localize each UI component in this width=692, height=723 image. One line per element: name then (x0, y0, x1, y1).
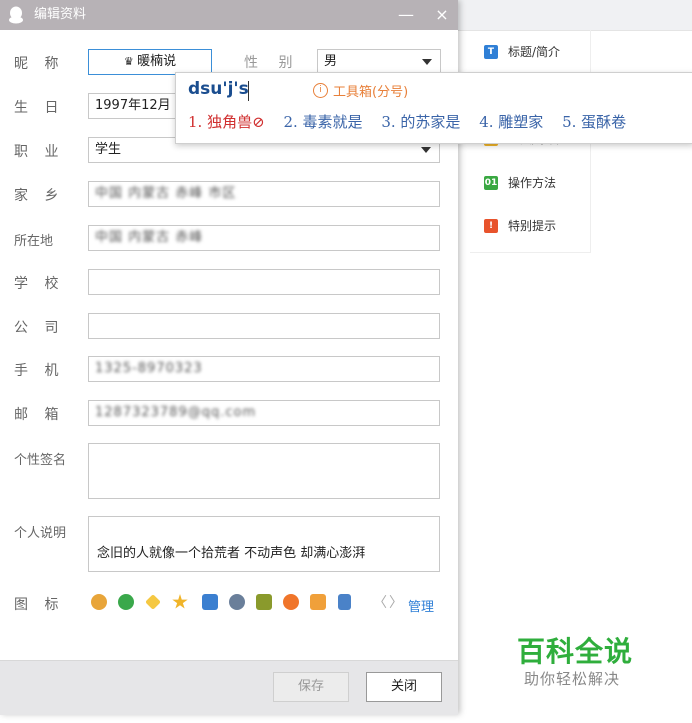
phone-icon[interactable] (338, 594, 351, 610)
school-input[interactable] (88, 269, 440, 295)
signature-label: 个性签名 (14, 453, 67, 468)
ime-toolbox-link[interactable]: 工具箱(分号) (333, 81, 408, 100)
green-badge-icon[interactable] (118, 594, 134, 610)
chevron-down-icon (421, 147, 431, 153)
school-label: 学 校 (14, 276, 65, 292)
ime-candidate[interactable]: 4. 雕塑家 (479, 113, 543, 131)
game-icon[interactable] (256, 594, 272, 610)
phone-label: 手 机 (14, 363, 65, 379)
nickname-value: 暖楠说 (137, 54, 177, 69)
dialog-title: 编辑资料 (34, 7, 87, 22)
location-value: 中国 内蒙古 赤峰 (95, 230, 204, 245)
close-button[interactable]: 关闭 (366, 672, 442, 702)
ime-caret (248, 81, 249, 101)
save-button[interactable]: 保存 (273, 672, 349, 702)
watermark-title: 百科全说 (517, 635, 634, 668)
next-icons-button[interactable]: 〉 (389, 592, 403, 612)
icons-label: 图 标 (14, 597, 65, 613)
phone-value: 1325-8970323 (95, 361, 203, 376)
title-icon: T (484, 45, 498, 59)
hometown-label: 家 乡 (14, 188, 65, 204)
gender-label: 性 别 (244, 55, 301, 71)
nickname-label: 昵 称 (14, 56, 65, 72)
ime-candidate[interactable]: 2. 毒素就是 (283, 113, 362, 131)
sun-badge-icon[interactable] (91, 594, 107, 610)
minimize-button[interactable]: — (392, 0, 420, 30)
steps-icon: 01 (484, 176, 498, 190)
ime-candidate-list: 1. 独角兽⊘ 2. 毒素就是 3. 的苏家是 4. 雕塑家 5. 蛋酥卷 (188, 111, 640, 132)
birthday-label: 生 日 (14, 100, 65, 116)
sidebar-item-label: 特别提示 (508, 219, 557, 233)
warning-icon: ! (484, 219, 498, 233)
occupation-label: 职 业 (14, 144, 65, 160)
birthday-value: 1997年12月 (95, 98, 171, 113)
email-label: 邮 箱 (14, 407, 65, 423)
company-label: 公 司 (14, 320, 65, 336)
hometown-select[interactable]: 中国 内蒙古 赤峰 市区 (88, 181, 440, 207)
ime-candidate[interactable]: 3. 的苏家是 (381, 113, 460, 131)
manage-link[interactable]: 管理 (408, 596, 434, 615)
prev-icons-button[interactable]: 〈 (373, 592, 387, 612)
close-icon[interactable]: × (428, 0, 456, 30)
ime-composition-text: dsu'j's (188, 79, 249, 99)
phone-input[interactable]: 1325-8970323 (88, 356, 440, 382)
eye-icon[interactable] (229, 594, 245, 610)
sidebar-item-label: 操作方法 (508, 176, 557, 190)
location-label: 所在地 (14, 234, 54, 249)
hometown-value: 中国 内蒙古 赤峰 市区 (95, 186, 237, 201)
gender-value: 男 (324, 54, 338, 69)
ime-candidate-window: dsu'j's i 工具箱(分号) 1. 独角兽⊘ 2. 毒素就是 3. 的苏家… (175, 72, 692, 144)
music-icon[interactable] (283, 594, 299, 610)
signature-textarea[interactable] (88, 443, 440, 499)
diamond-icon[interactable] (145, 594, 161, 610)
camera-icon[interactable] (202, 594, 218, 610)
watermark-subtitle: 助你轻松解决 (524, 670, 621, 688)
location-select[interactable]: 中国 内蒙古 赤峰 (88, 225, 440, 251)
company-input[interactable] (88, 313, 440, 339)
shield-icon[interactable] (310, 594, 326, 610)
email-value: 1287323789@qq.com (95, 405, 257, 420)
star-icon[interactable] (172, 594, 188, 609)
crown-icon: ♛ (123, 55, 138, 68)
description-textarea[interactable]: 念旧的人就像一个拾荒者 不动声色 却满心澎湃 (88, 516, 440, 572)
background-topbar (458, 0, 692, 31)
sidebar-item-label: 标题/简介 (508, 45, 561, 59)
ime-candidate[interactable]: 5. 蛋酥卷 (562, 113, 626, 131)
occupation-value: 学生 (95, 142, 122, 157)
qq-penguin-icon (9, 6, 23, 24)
description-label: 个人说明 (14, 526, 67, 541)
info-icon: i (313, 83, 328, 98)
email-input[interactable]: 1287323789@qq.com (88, 400, 440, 426)
chevron-down-icon (422, 59, 432, 65)
ime-candidate[interactable]: 1. 独角兽⊘ (188, 113, 265, 131)
description-value: 念旧的人就像一个拾荒者 不动声色 却满心澎湃 (97, 546, 366, 561)
